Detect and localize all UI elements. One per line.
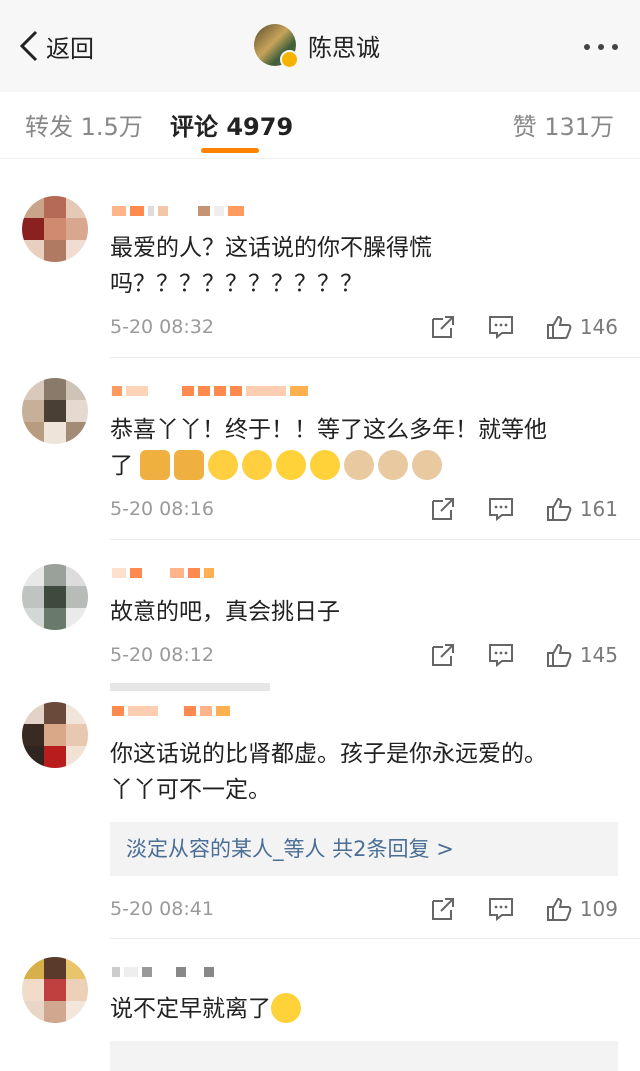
cat-emoji-icon	[378, 449, 409, 480]
commenter-avatar[interactable]	[22, 196, 88, 262]
comment-time: 5-20 08:12	[110, 644, 214, 666]
commenter-avatar[interactable]	[22, 957, 88, 1023]
comment-actions: 109	[398, 896, 618, 922]
comment-time: 5-20 08:32	[110, 316, 214, 338]
dot-icon	[612, 44, 618, 50]
commenter-name-blurred[interactable]	[112, 704, 230, 718]
share-icon[interactable]	[430, 896, 456, 922]
blush-heart-emoji-icon	[208, 449, 239, 480]
like-count: 161	[579, 497, 618, 521]
tab-comments[interactable]: 评论 4979	[170, 107, 293, 142]
chevron-left-icon	[19, 30, 38, 62]
commenter-avatar[interactable]	[22, 378, 88, 444]
like-count: 145	[579, 643, 618, 667]
comment-icon[interactable]	[488, 896, 514, 922]
comment-icon[interactable]	[488, 496, 514, 522]
comment-icon[interactable]	[488, 314, 514, 340]
divider	[110, 357, 640, 358]
tongue-emoji-icon	[310, 449, 341, 480]
commenter-avatar[interactable]	[22, 702, 88, 768]
tab-likes[interactable]: 赞 131万	[513, 107, 614, 142]
divider	[110, 683, 270, 691]
comment-actions: 161	[398, 496, 618, 522]
dot-icon	[598, 44, 604, 50]
comment-text: 故意的吧，真会挑日子	[110, 599, 340, 625]
divider	[110, 539, 640, 540]
top-bar: 返回 陈思诚	[0, 0, 640, 92]
tab-bar: 转发 1.5万 评论 4979 赞 131万	[0, 92, 640, 159]
more-options-button[interactable]	[584, 44, 618, 50]
like-icon[interactable]	[546, 896, 572, 922]
share-icon[interactable]	[430, 314, 456, 340]
divider	[110, 938, 640, 939]
back-label: 返回	[46, 34, 94, 63]
tongue-emoji-icon	[276, 449, 307, 480]
verified-badge-icon	[280, 50, 299, 69]
reply-summary-link[interactable]: 淡定从容的某人_等人 共2条回复 >	[110, 822, 618, 876]
cat-emoji-icon	[412, 449, 443, 480]
like-count: 109	[579, 897, 618, 921]
share-icon[interactable]	[430, 642, 456, 668]
pray-emoji-icon	[174, 449, 205, 480]
like-icon[interactable]	[546, 642, 572, 668]
dot-icon	[584, 44, 590, 50]
comment-text: 你这话说的比肾都虚。孩子是你永远爱的。 丫丫可不一定。	[110, 741, 547, 803]
share-icon[interactable]	[430, 496, 456, 522]
comment-text-line: 了	[110, 448, 610, 484]
comment-icon[interactable]	[488, 642, 514, 668]
like-count: 146	[579, 315, 618, 339]
back-button[interactable]: 返回	[18, 26, 94, 66]
commenter-name-blurred[interactable]	[112, 384, 308, 398]
profile-title[interactable]: 陈思诚	[254, 24, 380, 69]
comment-actions: 145	[398, 642, 618, 668]
comment-text: 最爱的人？这话说的你不臊得慌 吗？？？？？？？？？？	[110, 235, 432, 297]
commenter-name-blurred[interactable]	[112, 204, 244, 218]
reply-summary-link[interactable]	[110, 1041, 618, 1071]
laugh-cry-emoji-icon	[271, 992, 301, 1023]
commenter-name-blurred[interactable]	[112, 965, 214, 979]
comment-text-line: 说不定早就离了	[110, 991, 610, 1027]
cat-emoji-icon	[344, 449, 375, 480]
like-icon[interactable]	[546, 314, 572, 340]
tab-reposts[interactable]: 转发 1.5万	[25, 107, 143, 142]
pray-emoji-icon	[140, 449, 171, 480]
blush-heart-emoji-icon	[242, 449, 273, 480]
page-title: 陈思诚	[308, 33, 380, 62]
commenter-avatar[interactable]	[22, 564, 88, 630]
like-icon[interactable]	[546, 496, 572, 522]
comment-actions: 146	[398, 314, 618, 340]
active-tab-indicator	[201, 148, 259, 153]
comment-text: 说不定早就离了	[110, 991, 610, 1027]
commenter-name-blurred[interactable]	[112, 566, 214, 580]
avatar[interactable]	[254, 24, 299, 69]
comment-time: 5-20 08:41	[110, 898, 214, 920]
comment-text: 恭喜丫丫！终于！！等了这么多年！就等他 了	[110, 412, 610, 484]
comment-time: 5-20 08:16	[110, 498, 214, 520]
